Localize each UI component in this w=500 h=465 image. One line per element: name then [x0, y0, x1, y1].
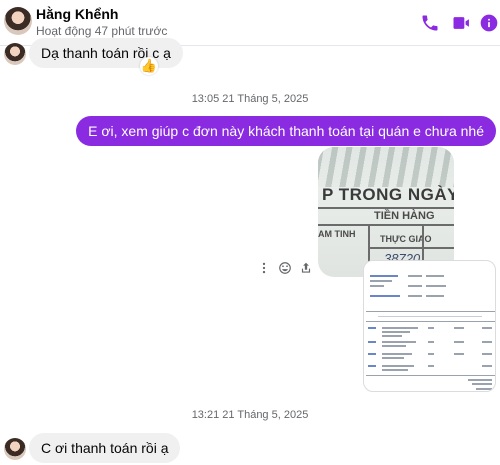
invoice-line: [366, 311, 495, 312]
invoice-line: [428, 353, 434, 355]
invoice-line: [382, 335, 402, 337]
invoice-line: [454, 353, 464, 355]
invoice-line: [370, 285, 384, 287]
invoice-line: [408, 275, 422, 277]
contact-avatar-small[interactable]: [4, 43, 26, 65]
invoice-line: [476, 388, 492, 390]
invoice-line: [426, 285, 446, 287]
contact-name[interactable]: Hằng Khểnh: [36, 6, 118, 22]
more-options-icon[interactable]: [256, 260, 272, 276]
invoice-line: [482, 353, 492, 355]
invoice-line: [366, 375, 495, 376]
message-timestamp: 13:21 21 Tháng 5, 2025: [191, 409, 309, 421]
photo-text: TIỀN HÀNG: [374, 210, 435, 222]
photo-attachment[interactable]: P TRONG NGÀY .. TIỀN HÀNG AM TINH THỰC G…: [318, 147, 454, 277]
video-camera-icon[interactable]: [450, 12, 472, 34]
invoice-line: [382, 369, 408, 371]
invoice-line: [368, 327, 376, 329]
info-icon[interactable]: [478, 12, 500, 34]
table-line: [318, 224, 454, 226]
invoice-line: [370, 280, 392, 282]
invoice-line: [426, 275, 444, 277]
invoice-line: [378, 316, 482, 317]
invoice-line: [428, 341, 434, 343]
invoice-line: [382, 341, 416, 343]
table-line: [368, 247, 454, 249]
invoice-line: [428, 327, 434, 329]
invoice-photo-attachment[interactable]: [363, 260, 496, 392]
incoming-message[interactable]: C ơi thanh toán rồi ạ: [29, 433, 181, 463]
invoice-line: [382, 365, 414, 367]
invoice-line: [482, 365, 492, 367]
invoice-line: [368, 353, 376, 355]
contact-avatar-small[interactable]: [4, 438, 26, 460]
invoice-line: [472, 383, 492, 385]
invoice-line: [408, 295, 422, 297]
outgoing-message[interactable]: E ơi, xem giúp c đơn này khách thanh toá…: [76, 116, 496, 146]
invoice-line: [482, 327, 492, 329]
invoice-line: [382, 345, 406, 347]
contact-status: Hoạt động 47 phút trước: [36, 24, 168, 38]
invoice-line: [408, 285, 422, 287]
message-timestamp: 13:05 21 Tháng 5, 2025: [191, 93, 309, 105]
contact-avatar[interactable]: [4, 7, 32, 35]
invoice-line: [454, 341, 464, 343]
invoice-line: [366, 321, 495, 322]
invoice-line: [370, 275, 398, 277]
invoice-line: [482, 341, 492, 343]
table-line: [318, 207, 454, 209]
react-icon[interactable]: [277, 260, 293, 276]
invoice-line: [368, 365, 376, 367]
invoice-line: [370, 295, 400, 297]
invoice-line: [382, 357, 404, 359]
phone-icon[interactable]: [419, 12, 441, 34]
invoice-line: [382, 331, 410, 333]
incoming-message[interactable]: Dạ thanh toán rồi c ạ: [29, 38, 183, 68]
photo-text: P TRONG NGÀY ..: [322, 185, 454, 204]
invoice-line: [426, 295, 444, 297]
invoice-line: [468, 379, 492, 381]
invoice-line: [382, 327, 418, 329]
invoice-line: [428, 365, 434, 367]
invoice-line: [382, 353, 412, 355]
thumbs-up-reaction[interactable]: 👍: [140, 57, 158, 75]
invoice-line: [454, 327, 464, 329]
share-icon[interactable]: [298, 260, 314, 276]
photo-background: [318, 147, 454, 187]
photo-text: THỰC GIAO: [380, 234, 432, 244]
invoice-line: [368, 341, 376, 343]
photo-text: AM TINH: [318, 229, 356, 239]
